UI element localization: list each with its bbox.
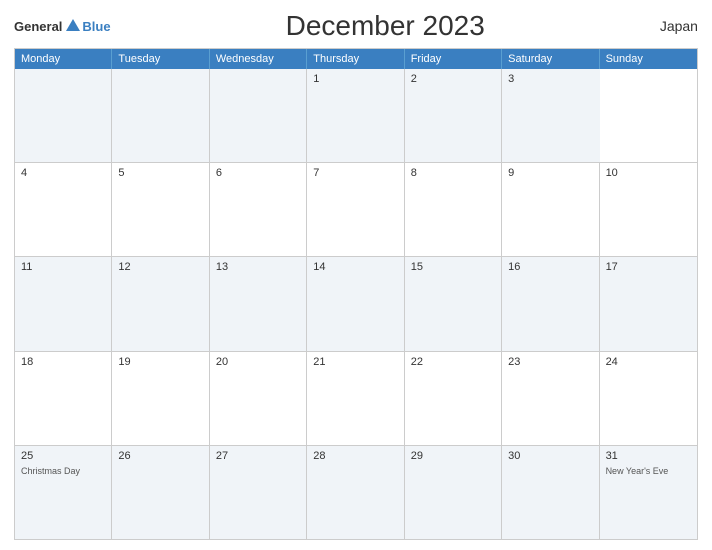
calendar-grid: Monday Tuesday Wednesday Thursday Friday… bbox=[14, 48, 698, 540]
cell-dec-17: 17 bbox=[600, 257, 697, 350]
cell-dec-20: 20 bbox=[210, 352, 307, 445]
logo-blue-text: Blue bbox=[82, 19, 110, 34]
christmas-day-label: Christmas Day bbox=[21, 466, 105, 476]
cell-empty-2 bbox=[112, 69, 209, 162]
page-title: December 2023 bbox=[286, 10, 485, 42]
week-4: 18 19 20 21 22 23 24 bbox=[15, 352, 697, 446]
cell-dec-26: 26 bbox=[112, 446, 209, 539]
cell-empty-1 bbox=[15, 69, 112, 162]
cell-empty-3 bbox=[210, 69, 307, 162]
new-years-eve-label: New Year's Eve bbox=[606, 466, 691, 476]
logo: General Blue bbox=[14, 17, 111, 35]
col-wednesday: Wednesday bbox=[210, 49, 307, 69]
cell-dec-3: 3 bbox=[502, 69, 599, 162]
cell-dec-10: 10 bbox=[600, 163, 697, 256]
cell-dec-25: 25 Christmas Day bbox=[15, 446, 112, 539]
cell-dec-30: 30 bbox=[502, 446, 599, 539]
cell-dec-21: 21 bbox=[307, 352, 404, 445]
calendar-page: General Blue December 2023 Japan Monday … bbox=[0, 0, 712, 550]
calendar-header: Monday Tuesday Wednesday Thursday Friday… bbox=[15, 49, 697, 69]
cell-dec-11: 11 bbox=[15, 257, 112, 350]
cell-dec-27: 27 bbox=[210, 446, 307, 539]
cell-dec-29: 29 bbox=[405, 446, 502, 539]
page-header: General Blue December 2023 Japan bbox=[14, 10, 698, 42]
week-3: 11 12 13 14 15 16 17 bbox=[15, 257, 697, 351]
week-5: 25 Christmas Day 26 27 28 29 30 31 New Y… bbox=[15, 446, 697, 539]
cell-dec-12: 12 bbox=[112, 257, 209, 350]
cell-dec-8: 8 bbox=[405, 163, 502, 256]
country-label: Japan bbox=[660, 18, 698, 34]
cell-dec-22: 22 bbox=[405, 352, 502, 445]
week-1: 1 2 3 bbox=[15, 69, 697, 163]
cell-dec-16: 16 bbox=[502, 257, 599, 350]
cell-dec-1: 1 bbox=[307, 69, 404, 162]
cell-dec-24: 24 bbox=[600, 352, 697, 445]
cell-dec-28: 28 bbox=[307, 446, 404, 539]
calendar-body: 1 2 3 4 5 6 7 8 9 10 11 bbox=[15, 69, 697, 539]
logo-general-text: General bbox=[14, 19, 62, 34]
col-saturday: Saturday bbox=[502, 49, 599, 69]
cell-dec-4: 4 bbox=[15, 163, 112, 256]
col-sunday: Sunday bbox=[600, 49, 697, 69]
cell-dec-9: 9 bbox=[502, 163, 599, 256]
cell-dec-31: 31 New Year's Eve bbox=[600, 446, 697, 539]
cell-dec-5: 5 bbox=[112, 163, 209, 256]
col-monday: Monday bbox=[15, 49, 112, 69]
col-thursday: Thursday bbox=[307, 49, 404, 69]
cell-dec-13: 13 bbox=[210, 257, 307, 350]
col-friday: Friday bbox=[405, 49, 502, 69]
cell-dec-6: 6 bbox=[210, 163, 307, 256]
cell-dec-2: 2 bbox=[405, 69, 502, 162]
cell-dec-23: 23 bbox=[502, 352, 599, 445]
col-tuesday: Tuesday bbox=[112, 49, 209, 69]
cell-dec-15: 15 bbox=[405, 257, 502, 350]
cell-dec-18: 18 bbox=[15, 352, 112, 445]
logo-icon bbox=[64, 17, 82, 35]
cell-dec-19: 19 bbox=[112, 352, 209, 445]
cell-dec-7: 7 bbox=[307, 163, 404, 256]
cell-dec-14: 14 bbox=[307, 257, 404, 350]
week-2: 4 5 6 7 8 9 10 bbox=[15, 163, 697, 257]
